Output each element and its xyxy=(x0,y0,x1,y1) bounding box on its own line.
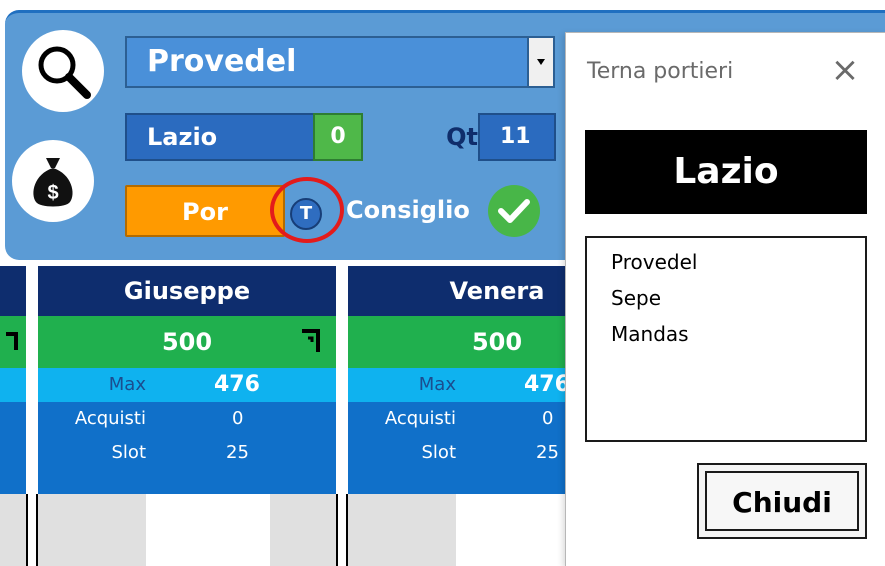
grid-cell xyxy=(0,494,26,566)
slot-label: Slot xyxy=(111,442,147,463)
manager-card: Giuseppe 500 Max 476 Acquisti 0 Slot 25 xyxy=(38,266,336,494)
slot-value: 25 xyxy=(536,442,559,463)
list-item[interactable]: Provedel xyxy=(611,244,865,280)
acquisti-value: 0 xyxy=(232,408,244,429)
role-button[interactable]: Por xyxy=(125,185,285,237)
grid-cell xyxy=(38,494,146,566)
grid-cell xyxy=(270,494,336,566)
dropdown-button[interactable] xyxy=(527,36,555,88)
list-item[interactable]: Mandas xyxy=(611,316,865,352)
list-item[interactable]: Sepe xyxy=(611,280,865,316)
budget-value: 500 xyxy=(38,316,336,368)
close-icon[interactable]: × xyxy=(825,50,865,90)
budget-text: 500 xyxy=(471,328,523,356)
search-button[interactable] xyxy=(22,30,104,112)
dialog-team-label: Lazio xyxy=(585,130,867,214)
max-value: 476 xyxy=(214,372,260,397)
max-label: Max xyxy=(108,374,146,395)
close-button-label: Chiudi xyxy=(705,471,859,531)
max-row: Max 476 xyxy=(38,368,336,402)
acquisti-label: Acquisti xyxy=(74,408,146,429)
player-select[interactable]: Provedel xyxy=(125,36,555,88)
manager-name: Giuseppe xyxy=(38,266,336,316)
confirm-button[interactable] xyxy=(488,185,540,237)
partial-card xyxy=(0,266,26,494)
qt-label: Qt xyxy=(446,123,478,151)
trend-icon xyxy=(302,329,320,352)
acquisti-value: 0 xyxy=(542,408,554,429)
slot-label: Slot xyxy=(421,442,457,463)
highlight-circle xyxy=(270,177,344,243)
trend-icon xyxy=(6,332,18,350)
magnifier-icon xyxy=(38,46,91,99)
checkmark-icon xyxy=(498,199,530,223)
grid-line xyxy=(336,494,338,566)
slot-value: 25 xyxy=(226,442,249,463)
max-label: Max xyxy=(418,374,456,395)
max-value: 476 xyxy=(524,372,570,397)
close-button[interactable]: Chiudi xyxy=(697,463,867,539)
team-count: 0 xyxy=(313,113,363,161)
acquisti-label: Acquisti xyxy=(384,408,456,429)
slot-row: Slot 25 xyxy=(38,436,336,470)
acquisti-row: Acquisti 0 xyxy=(38,402,336,436)
grid-cell xyxy=(348,494,456,566)
team-field[interactable]: Lazio xyxy=(125,113,315,161)
goalkeeper-list[interactable]: Provedel Sepe Mandas xyxy=(585,236,867,442)
dialog-title: Terna portieri xyxy=(587,59,734,84)
qt-field[interactable]: 11 xyxy=(478,113,556,161)
budget-text: 500 xyxy=(161,328,213,356)
chevron-down-icon xyxy=(537,59,545,65)
money-button[interactable]: $ xyxy=(12,140,94,222)
consiglio-label: Consiglio xyxy=(346,196,470,224)
money-bag-icon: $ xyxy=(33,158,73,207)
svg-text:$: $ xyxy=(47,182,58,204)
grid-line xyxy=(26,494,28,566)
